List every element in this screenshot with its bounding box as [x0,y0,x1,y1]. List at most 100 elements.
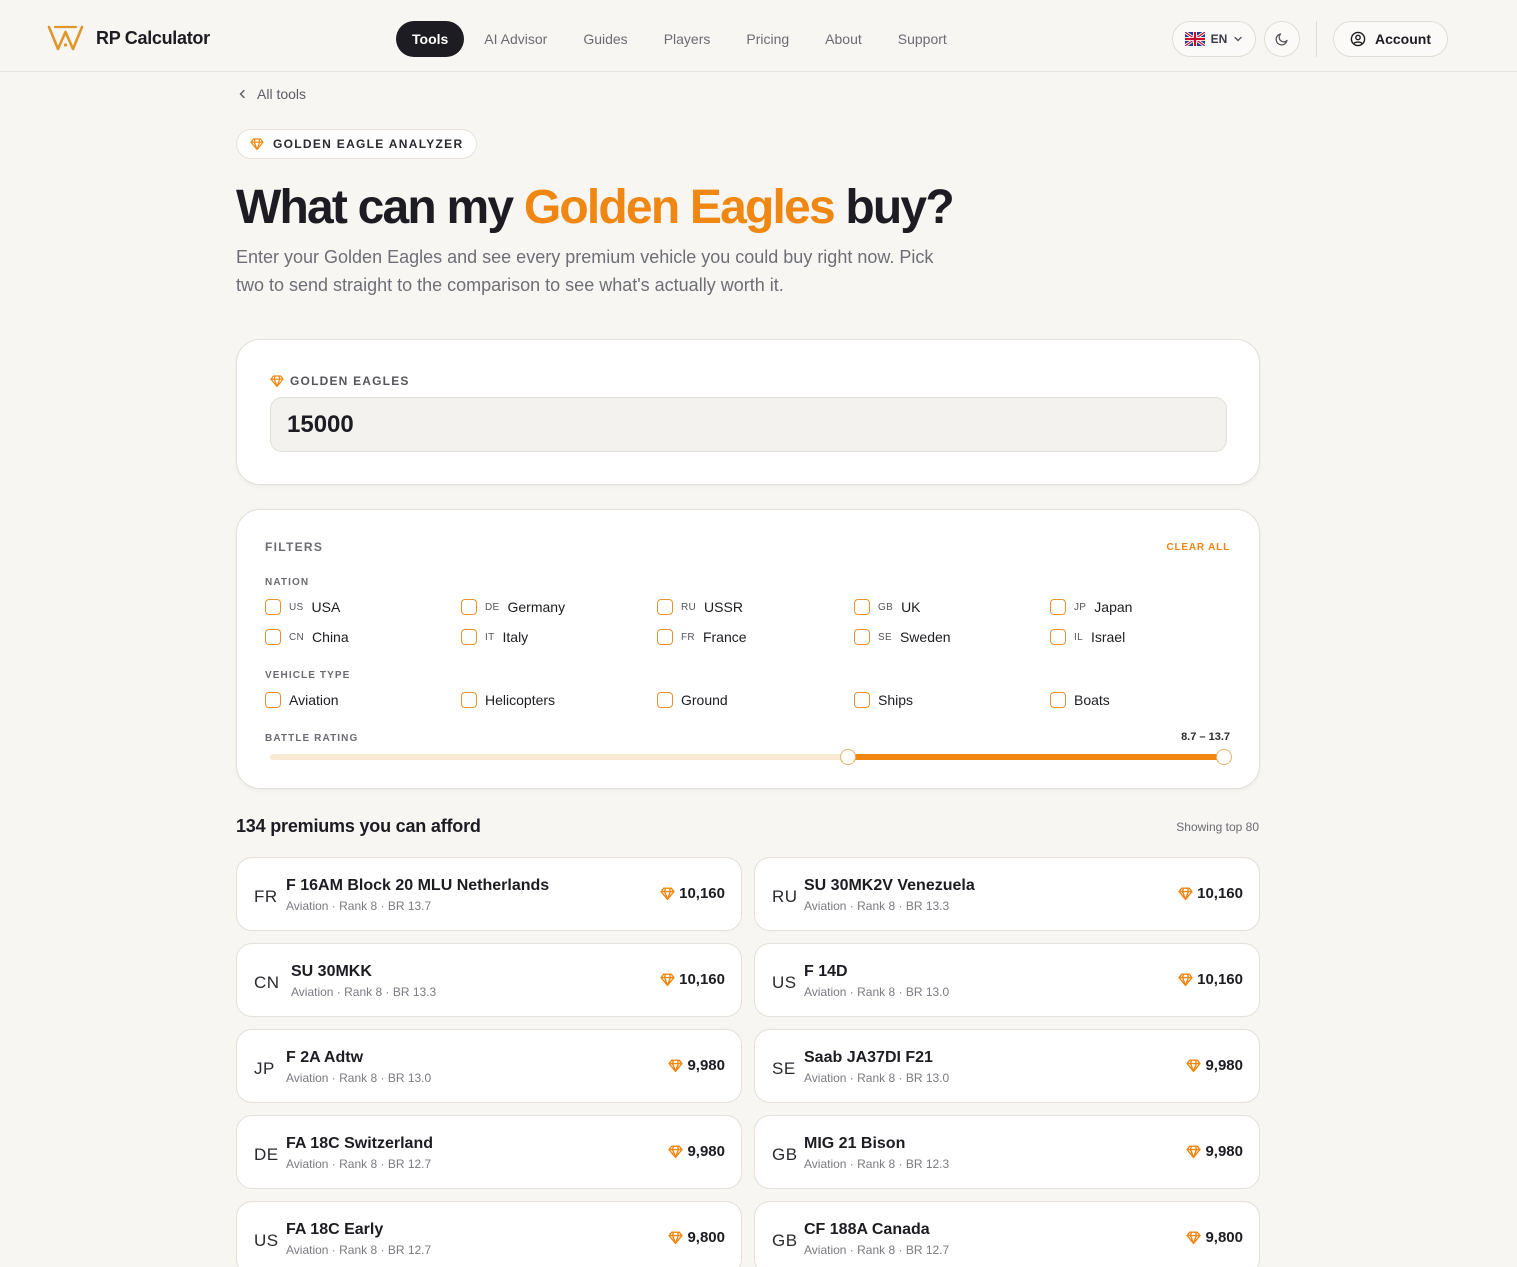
nation-checkbox-it[interactable]: IT Italy [461,629,528,645]
nation-checkbox-ru[interactable]: RU USSR [657,599,743,615]
nation-code: FR [681,631,695,643]
vehicle-card[interactable]: DE FA 18C Switzerland Aviation · Rank 8 · … [236,1115,742,1189]
vehicle-meta: Aviation · Rank 8 · BR 12.7 [804,1243,950,1257]
vehicle-price: 9,800 [668,1229,725,1246]
nation-checkbox-cn[interactable]: CN China [265,629,349,645]
battle-rating-max-handle[interactable] [1216,749,1232,765]
type-checkbox-helicopters[interactable]: Helicopters [461,692,555,708]
type-checkbox-ships[interactable]: Ships [854,692,913,708]
vehicle-type-filter-label: VEHICLE TYPE [265,670,351,681]
checkbox-box[interactable] [854,629,870,645]
nation-checkbox-fr[interactable]: FR France [657,629,747,645]
price-value: 9,800 [687,1229,725,1246]
price-value: 9,800 [1205,1229,1243,1246]
nav-support[interactable]: Support [880,21,965,57]
top-header: RP Calculator Tools AI Advisor Guides Pl… [0,0,1517,72]
type-checkbox-ground[interactable]: Ground [657,692,728,708]
nav-guides[interactable]: Guides [565,21,645,57]
checkbox-box[interactable] [657,692,673,708]
filters-card: FILTERS CLEAR ALL NATION US USA DE Germany… [236,509,1260,789]
tool-badge: GOLDEN EAGLE ANALYZER [236,129,478,159]
nation-code: US [289,601,304,613]
page-subtitle: Enter your Golden Eagles and see every p… [236,247,934,295]
nation-checkbox-us[interactable]: US USA [265,599,340,615]
vehicle-card[interactable]: US FA 18C Early Aviation · Rank 8 · BR 12.… [236,1201,742,1267]
vehicle-card[interactable]: SE Saab JA37DI F21 Aviation · Rank 8 · BR … [754,1029,1260,1103]
checkbox-box[interactable] [657,599,673,615]
nav-about[interactable]: About [807,21,880,57]
nation-code: JP [1074,601,1087,613]
brand-logo[interactable]: RP Calculator [47,24,210,52]
checkbox-box[interactable] [461,599,477,615]
user-circle-icon [1350,31,1366,47]
brand-mark-icon [47,25,84,51]
checkbox-box[interactable] [265,692,281,708]
filters-title: FILTERS [265,540,324,554]
clear-all-button[interactable]: CLEAR ALL [1167,542,1231,553]
vehicle-card[interactable]: US F 14D Aviation · Rank 8 · BR 13.0 10,160 [754,943,1260,1017]
battle-rating-min-handle[interactable] [840,749,857,765]
checkbox-box[interactable] [657,629,673,645]
checkbox-box[interactable] [1050,599,1066,615]
nation-code: SE [878,631,892,643]
nation-name: China [312,629,349,645]
nation-code: IL [1074,631,1083,643]
price-value: 9,980 [687,1057,725,1074]
vehicle-price: 9,980 [668,1143,725,1160]
vehicle-card[interactable]: GB MIG 21 Bison Aviation · Rank 8 · BR 12.… [754,1115,1260,1189]
golden-eagles-input[interactable] [270,397,1227,452]
nation-name: Israel [1090,629,1126,645]
vehicle-card[interactable]: GB CF 188A Canada Aviation · Rank 8 · BR 1… [754,1201,1260,1267]
vehicle-meta: Aviation · Rank 8 · BR 13.7 [286,899,432,913]
back-link-label: All tools [257,86,307,102]
checkbox-box[interactable] [854,692,870,708]
checkbox-box[interactable] [461,629,477,645]
nation-checkbox-gb[interactable]: GB UK [854,599,921,615]
vehicle-meta: Aviation · Rank 8 · BR 13.3 [804,899,950,913]
nav-players[interactable]: Players [646,21,729,57]
back-to-tools-link[interactable]: All tools [238,86,306,102]
vehicle-price: 9,800 [1186,1229,1243,1246]
type-checkbox-boats[interactable]: Boats [1050,692,1110,708]
checkbox-box[interactable] [265,599,281,615]
battle-rating-value: 8.7 – 13.7 [1181,731,1230,743]
vehicle-card[interactable]: JP F 2A Adtw Aviation · Rank 8 · BR 13.0 9,… [236,1029,742,1103]
vehicle-price: 9,980 [1186,1143,1243,1160]
nation-checkbox-se[interactable]: SE Sweden [854,629,951,645]
theme-toggle-button[interactable] [1264,21,1300,57]
checkbox-box[interactable] [1050,692,1066,708]
vehicle-price: 9,980 [1186,1057,1243,1074]
language-selector[interactable]: EN [1172,21,1256,57]
vehicle-price: 10,160 [660,885,725,902]
nation-name: France [702,629,747,645]
golden-eagles-label-row: GOLDEN EAGLES [270,374,410,388]
nation-checkbox-jp[interactable]: JP Japan [1050,599,1132,615]
vehicle-card[interactable]: CN SU 30MKK Aviation · Rank 8 · BR 13.3 10,… [236,943,742,1017]
checkbox-box[interactable] [1050,629,1066,645]
gem-icon [1186,1059,1202,1073]
vehicle-card[interactable]: RU SU 30MK2V Venezuela Aviation · Rank 8 ·… [754,857,1260,931]
checkbox-box[interactable] [461,692,477,708]
type-name: Ground [681,692,728,708]
nation-name: Japan [1094,599,1133,615]
nav-ai-advisor[interactable]: AI Advisor [466,21,565,57]
vehicle-card[interactable]: FR F 16AM Block 20 MLU Netherlands Aviatio… [236,857,742,931]
nation-checkbox-il[interactable]: IL Israel [1050,629,1125,645]
checkbox-box[interactable] [265,629,281,645]
nation-filter-label: NATION [265,577,310,588]
nation-code: JP [254,1059,275,1078]
price-value: 10,160 [1197,971,1243,988]
nation-checkbox-de[interactable]: DE Germany [461,599,565,615]
vehicle-name: FA 18C Switzerland [286,1135,433,1152]
results-count-note: Showing top 80 [1176,820,1259,834]
nation-code: US [254,1231,279,1250]
account-button[interactable]: Account [1333,21,1448,57]
results-title: 134 premiums you can afford [236,816,481,836]
type-checkbox-aviation[interactable]: Aviation [265,692,339,708]
golden-eagles-label: GOLDEN EAGLES [290,374,410,388]
battle-rating-slider[interactable] [270,749,1232,765]
nav-pricing[interactable]: Pricing [728,21,807,57]
nav-tools[interactable]: Tools [396,21,465,57]
checkbox-box[interactable] [854,599,870,615]
nation-code: SE [772,1059,796,1078]
